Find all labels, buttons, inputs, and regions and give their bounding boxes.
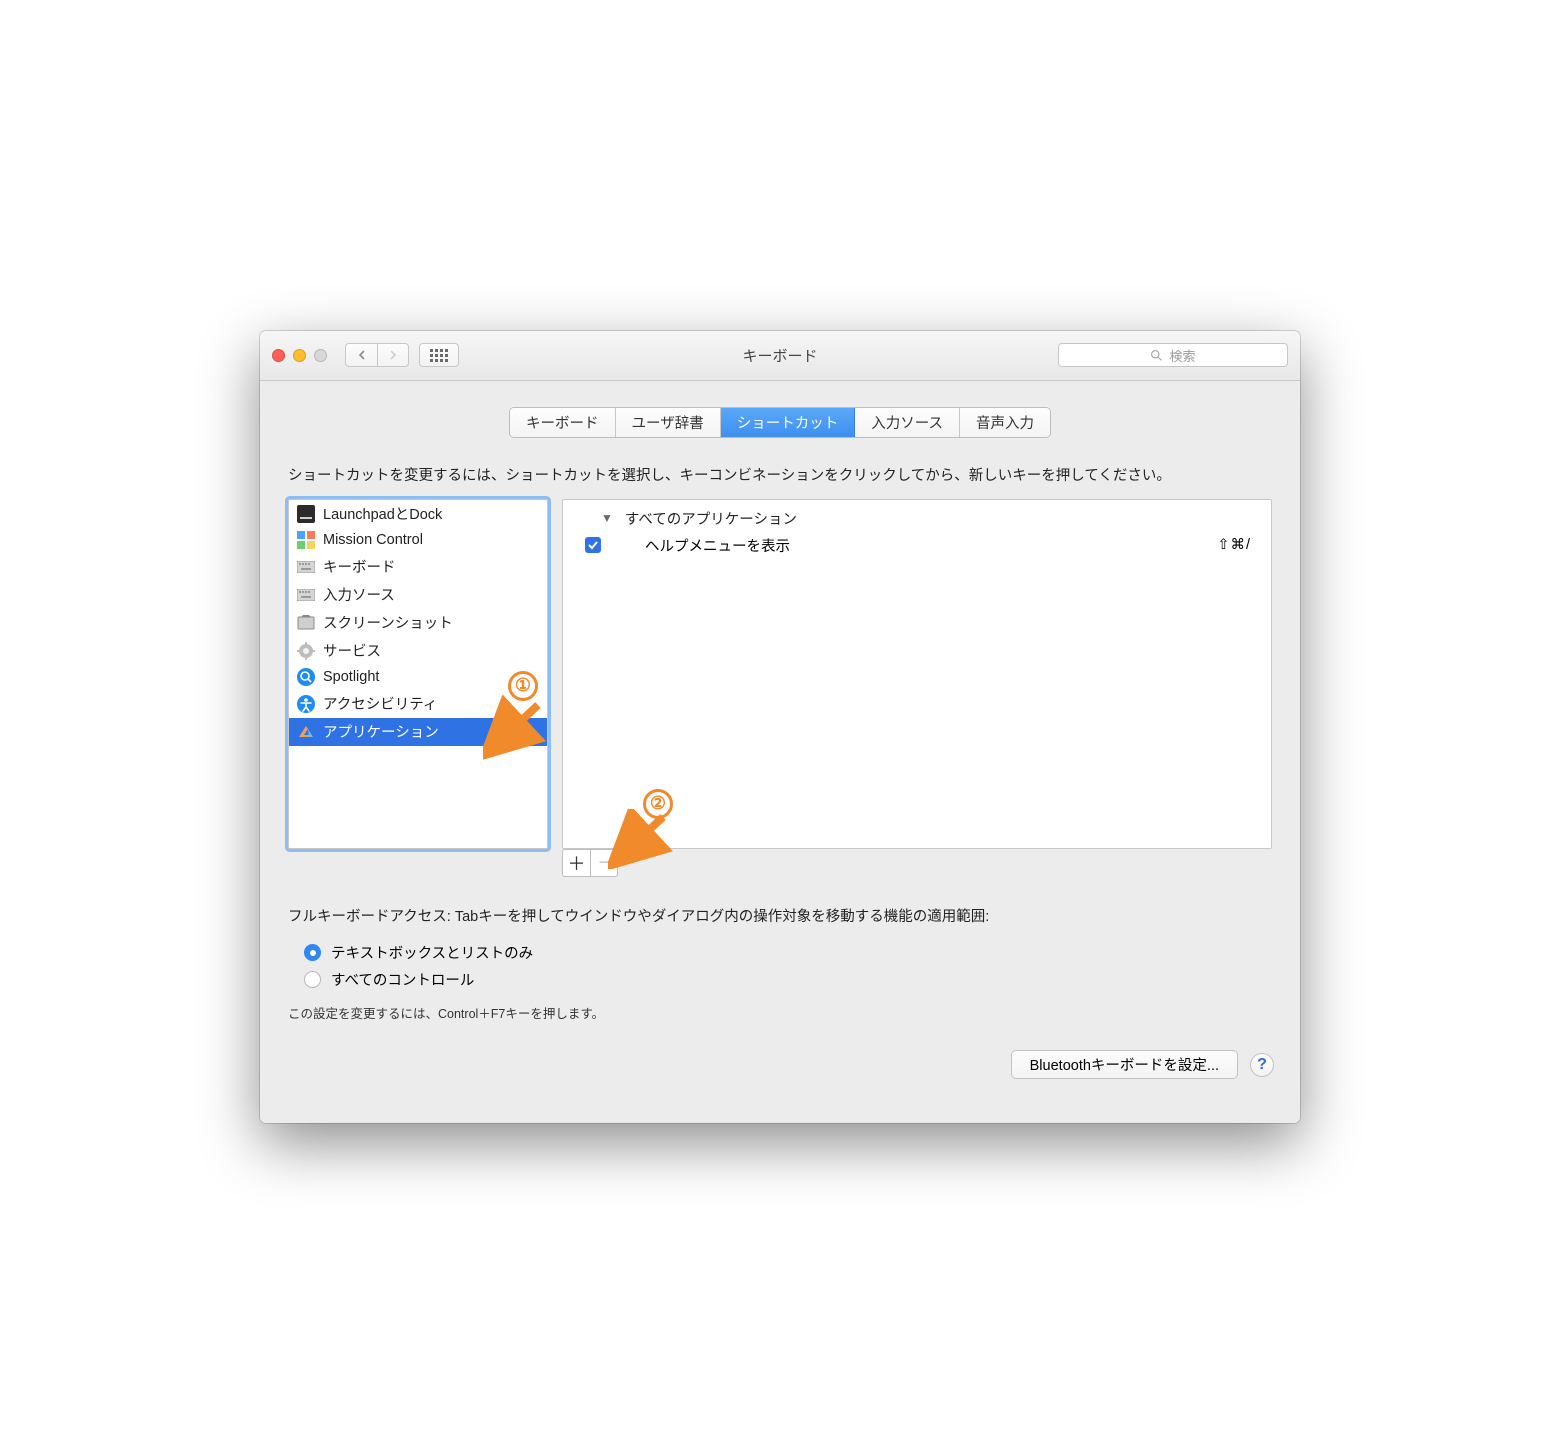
add-button[interactable]: ＋	[562, 849, 590, 877]
category-services[interactable]: サービス	[289, 637, 547, 665]
tab-input-sources[interactable]: 入力ソース	[855, 408, 960, 437]
minimize-window-button[interactable]	[293, 349, 306, 362]
category-keyboard[interactable]: キーボード	[289, 553, 547, 581]
footer: Bluetoothキーボードを設定... ?	[260, 1022, 1300, 1101]
tab-shortcuts[interactable]: ショートカット	[721, 408, 856, 437]
accessibility-icon	[297, 695, 315, 713]
tab-dictation[interactable]: 音声入力	[960, 408, 1050, 437]
help-button[interactable]: ?	[1250, 1053, 1274, 1077]
titlebar: キーボード 検索	[260, 331, 1300, 381]
fka-option-all-controls[interactable]: すべてのコントロール	[304, 966, 1272, 993]
radio-checked-icon[interactable]	[304, 944, 321, 961]
tab-keyboard[interactable]: キーボード	[510, 408, 616, 437]
spotlight-icon	[297, 668, 315, 686]
zoom-window-button[interactable]	[314, 349, 327, 362]
forward-button[interactable]	[377, 343, 409, 367]
category-list[interactable]: LaunchpadとDock Mission Control キーボード 入力ソ…	[288, 499, 548, 849]
fka-option-textboxes[interactable]: テキストボックスとリストのみ	[304, 939, 1272, 966]
input-source-icon	[297, 586, 315, 604]
back-button[interactable]	[345, 343, 377, 367]
category-input-sources[interactable]: 入力ソース	[289, 581, 547, 609]
application-icon	[297, 723, 315, 741]
mission-control-icon	[297, 531, 315, 549]
category-applications[interactable]: アプリケーション	[289, 718, 547, 746]
category-launchpad[interactable]: LaunchpadとDock	[289, 500, 547, 528]
preferences-window: キーボード 検索 キーボード ユーザ辞書 ショートカット 入力ソース 音声入力 …	[260, 331, 1300, 1123]
content: キーボード ユーザ辞書 ショートカット 入力ソース 音声入力 ショートカットを変…	[260, 381, 1300, 1123]
shortcut-row[interactable]: ヘルプメニューを表示 ⇧⌘/	[563, 531, 1271, 560]
window-controls	[272, 349, 327, 362]
fka-radio-group: テキストボックスとリストのみ すべてのコントロール	[304, 939, 1272, 993]
show-all-button[interactable]	[419, 343, 459, 367]
instructions-text: ショートカットを変更するには、ショートカットを選択し、キーコンビネーションをクリ…	[288, 464, 1272, 489]
disclosure-triangle-icon[interactable]: ▼	[601, 511, 613, 525]
launchpad-icon	[297, 505, 315, 523]
screenshot-icon	[297, 614, 315, 632]
shortcut-checkbox[interactable]	[585, 537, 601, 553]
remove-button[interactable]: −	[590, 849, 618, 877]
close-window-button[interactable]	[272, 349, 285, 362]
fka-hint: この設定を変更するには、Control＋F7キーを押します。	[288, 1003, 1272, 1022]
bluetooth-setup-button[interactable]: Bluetoothキーボードを設定...	[1011, 1050, 1238, 1079]
gear-icon	[297, 642, 315, 660]
tab-user-dictionary[interactable]: ユーザ辞書	[616, 408, 721, 437]
keyboard-icon	[297, 558, 315, 576]
fka-description: フルキーボードアクセス: Tabキーを押してウインドウやダイアログ内の操作対象を…	[288, 905, 1272, 930]
category-screenshots[interactable]: スクリーンショット	[289, 609, 547, 637]
search-icon	[1150, 349, 1163, 362]
search-field[interactable]: 検索	[1058, 343, 1288, 367]
group-label: すべてのアプリケーション	[625, 508, 797, 529]
add-remove-group: ＋ −	[562, 849, 1272, 877]
category-spotlight[interactable]: Spotlight	[289, 665, 547, 690]
category-mission-control[interactable]: Mission Control	[289, 528, 547, 553]
shortcut-list[interactable]: ▼ すべてのアプリケーション ヘルプメニューを表示 ⇧⌘/	[562, 499, 1272, 849]
nav-buttons	[345, 343, 409, 367]
category-accessibility[interactable]: アクセシビリティ	[289, 690, 547, 718]
grid-icon	[430, 349, 448, 362]
shortcut-group[interactable]: ▼ すべてのアプリケーション	[563, 506, 1271, 531]
shortcut-keys[interactable]: ⇧⌘/	[1217, 537, 1251, 553]
radio-unchecked-icon[interactable]	[304, 971, 321, 988]
shortcut-label: ヘルプメニューを表示	[645, 535, 790, 556]
search-placeholder: 検索	[1169, 346, 1195, 365]
tab-bar: キーボード ユーザ辞書 ショートカット 入力ソース 音声入力	[260, 407, 1300, 438]
